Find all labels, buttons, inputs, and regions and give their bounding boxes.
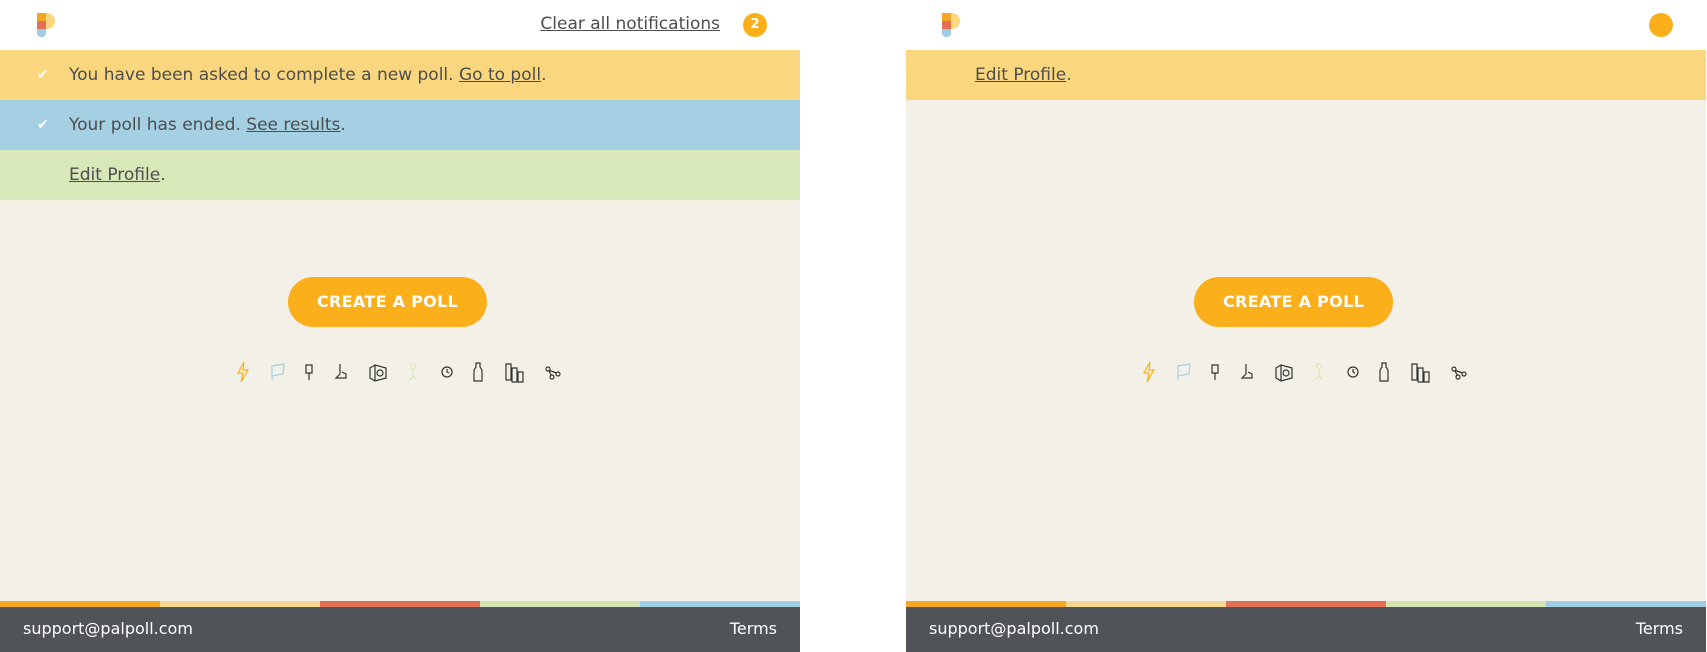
person-icon	[408, 362, 418, 381]
left-panel: Clear all notifications 2 ✔ You have bee…	[0, 0, 800, 652]
support-email[interactable]: support@palpoll.com	[929, 619, 1099, 638]
bottle-icon	[1379, 362, 1389, 382]
lightning-icon	[1142, 361, 1156, 383]
go-to-poll-link[interactable]: Go to poll	[459, 65, 541, 85]
palpoll-logo-icon[interactable]	[942, 13, 960, 37]
terms-link[interactable]: Terms	[1636, 619, 1683, 638]
camera-icon	[1275, 364, 1293, 382]
palpoll-logo-icon[interactable]	[37, 13, 55, 37]
pin-icon	[305, 364, 313, 380]
decorative-icon-row	[228, 360, 578, 384]
notification-edit-profile: Edit Profile.	[906, 50, 1706, 100]
notification-poll-ended: ✔ Your poll has ended. See results.	[0, 100, 800, 150]
check-icon[interactable]: ✔	[37, 50, 49, 100]
buildings-icon	[505, 363, 524, 383]
create-poll-button[interactable]: CREATE A POLL	[1194, 277, 1393, 327]
lightning-icon	[236, 361, 250, 383]
buildings-icon	[1411, 363, 1430, 383]
header: Clear all notifications 2	[0, 0, 800, 50]
header	[906, 0, 1706, 50]
edit-profile-link[interactable]: Edit Profile	[69, 165, 160, 185]
notification-edit-profile: Edit Profile.	[0, 150, 800, 200]
notification-text: Your poll has ended.	[69, 115, 247, 135]
notification-count-badge[interactable]	[1649, 13, 1673, 37]
create-poll-button[interactable]: CREATE A POLL	[288, 277, 487, 327]
terms-link[interactable]: Terms	[730, 619, 777, 638]
notification-new-poll: ✔ You have been asked to complete a new …	[0, 50, 800, 100]
person-icon	[1314, 362, 1324, 381]
support-email[interactable]: support@palpoll.com	[23, 619, 193, 638]
decorative-icon-row	[1134, 360, 1484, 384]
see-results-link[interactable]: See results	[246, 115, 340, 135]
check-icon[interactable]: ✔	[37, 100, 49, 150]
notification-count-badge[interactable]: 2	[743, 13, 767, 37]
flag-icon	[271, 363, 285, 380]
notification-text: You have been asked to complete a new po…	[69, 65, 459, 85]
clear-all-notifications-link[interactable]: Clear all notifications	[540, 14, 720, 34]
hand-icon	[334, 364, 347, 379]
clock-icon	[1347, 366, 1359, 378]
footer: support@palpoll.com Terms	[0, 607, 800, 652]
hand-icon	[1240, 364, 1253, 379]
right-panel: Edit Profile. CREATE A POLL support@palp…	[906, 0, 1706, 652]
share-icon	[1451, 366, 1467, 380]
camera-icon	[369, 364, 387, 382]
bottle-icon	[473, 362, 483, 382]
clock-icon	[441, 366, 453, 378]
flag-icon	[1177, 363, 1191, 380]
share-icon	[545, 366, 561, 380]
footer: support@palpoll.com Terms	[906, 607, 1706, 652]
edit-profile-link[interactable]: Edit Profile	[975, 65, 1066, 85]
pin-icon	[1211, 364, 1219, 380]
